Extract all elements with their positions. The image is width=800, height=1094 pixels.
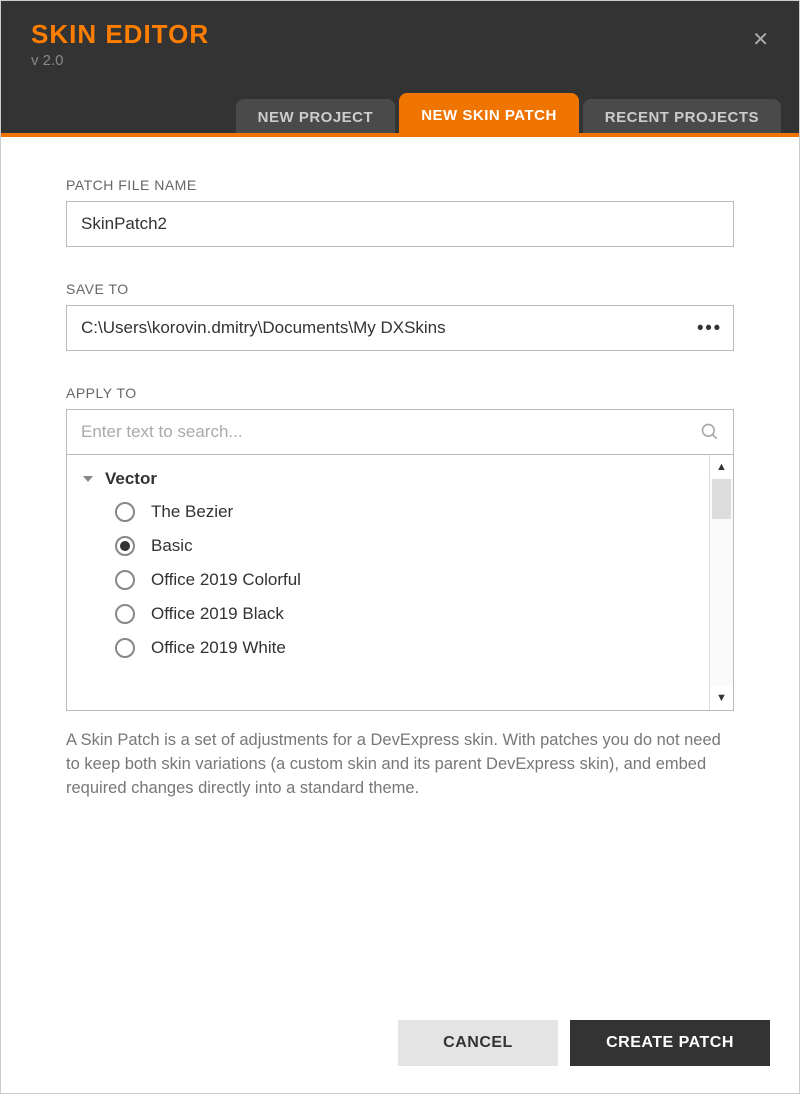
radio-icon: [115, 570, 135, 590]
tree-item-label: Office 2019 Colorful: [151, 570, 301, 590]
chevron-down-icon: [83, 476, 93, 482]
tree-item-the-bezier[interactable]: The Bezier: [67, 495, 709, 529]
tree-group-label: Vector: [105, 469, 157, 489]
scroll-track[interactable]: [710, 479, 733, 686]
app-version: v 2.0: [31, 52, 769, 69]
save-to-input[interactable]: [66, 305, 734, 351]
save-to-label: SAVE TO: [66, 281, 734, 297]
patch-file-name-input[interactable]: [66, 201, 734, 247]
tab-recent-projects[interactable]: RECENT PROJECTS: [583, 99, 781, 133]
radio-icon: [115, 638, 135, 658]
scrollbar[interactable]: ▲ ▼: [709, 455, 733, 710]
close-icon[interactable]: ✕: [752, 27, 769, 52]
tree-item-office-2019-white[interactable]: Office 2019 White: [67, 631, 709, 665]
content: PATCH FILE NAME SAVE TO ••• APPLY TO Vec…: [1, 137, 799, 831]
tree-group-vector[interactable]: Vector: [67, 463, 709, 495]
tree-item-office-2019-black[interactable]: Office 2019 Black: [67, 597, 709, 631]
app-title: SKIN EDITOR: [31, 19, 769, 50]
tree-item-label: Basic: [151, 536, 193, 556]
tree-item-label: Office 2019 Black: [151, 604, 284, 624]
create-patch-button[interactable]: CREATE PATCH: [570, 1020, 770, 1066]
footer: CANCEL CREATE PATCH: [398, 1020, 770, 1066]
apply-to-label: APPLY TO: [66, 385, 734, 401]
tree-item-office-2019-colorful[interactable]: Office 2019 Colorful: [67, 563, 709, 597]
header: SKIN EDITOR v 2.0 ✕ NEW PROJECT NEW SKIN…: [1, 1, 799, 133]
radio-selected-icon: [115, 536, 135, 556]
tab-new-project[interactable]: NEW PROJECT: [236, 99, 396, 133]
search-icon: [700, 422, 720, 442]
radio-icon: [115, 604, 135, 624]
browse-icon[interactable]: •••: [697, 318, 722, 339]
cancel-button[interactable]: CANCEL: [398, 1020, 558, 1066]
patch-file-name-label: PATCH FILE NAME: [66, 177, 734, 193]
skin-tree: Vector The Bezier Basic Office 2019 Colo…: [66, 455, 734, 711]
tree-item-label: The Bezier: [151, 502, 233, 522]
search-input[interactable]: [66, 409, 734, 455]
tab-new-skin-patch[interactable]: NEW SKIN PATCH: [399, 93, 579, 133]
tree-item-label: Office 2019 White: [151, 638, 286, 658]
tree-list: Vector The Bezier Basic Office 2019 Colo…: [67, 455, 709, 710]
radio-icon: [115, 502, 135, 522]
scroll-up-icon[interactable]: ▲: [710, 455, 733, 479]
scroll-down-icon[interactable]: ▼: [710, 686, 733, 710]
scroll-thumb[interactable]: [712, 479, 731, 519]
tree-item-basic[interactable]: Basic: [67, 529, 709, 563]
tabs: NEW PROJECT NEW SKIN PATCH RECENT PROJEC…: [236, 93, 781, 133]
description-text: A Skin Patch is a set of adjustments for…: [66, 729, 734, 801]
